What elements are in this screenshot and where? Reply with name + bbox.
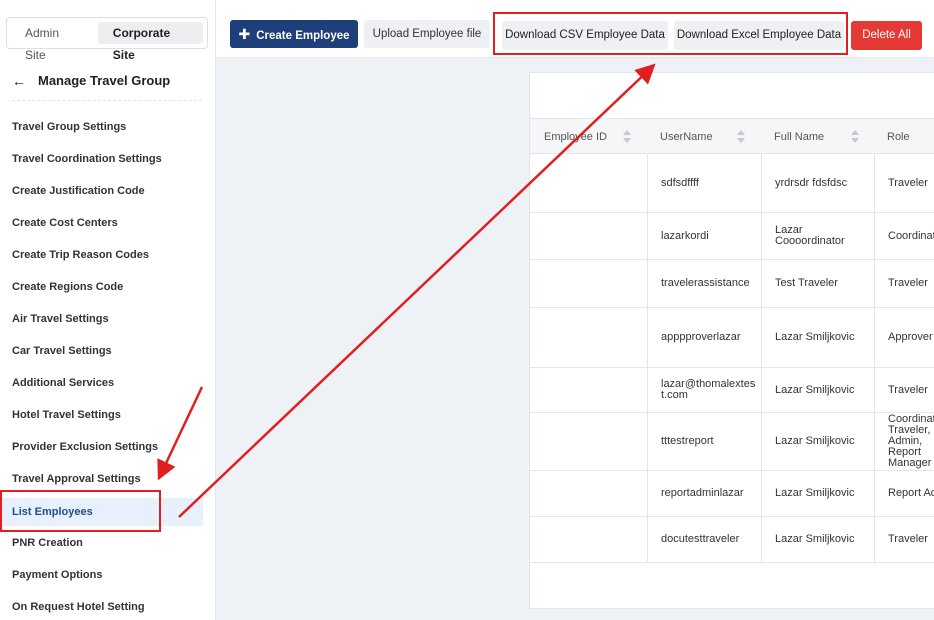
sidebar-item-create-cost-centers[interactable]: Create Cost Centers — [0, 209, 203, 237]
cell-username: lazar@thomalextest.com — [647, 368, 761, 412]
cell-username: apppproverlazar — [647, 308, 761, 367]
cell-role: Coordinator — [874, 213, 934, 259]
employee-table-panel: Employee ID UserName Full Name Role sdfs… — [529, 72, 934, 609]
table-row[interactable]: sdfsdffff yrdrsdr fdsfdsc Traveler — [530, 154, 934, 213]
cell-fullname: Lazar Smiljkovic — [761, 413, 874, 470]
cell-fullname: Test Traveler — [761, 260, 874, 307]
cell-role: Approver — [874, 308, 934, 367]
corporate-site-tab[interactable]: Corporate Site — [97, 22, 203, 62]
sort-icon[interactable] — [623, 130, 631, 144]
table-header: Employee ID UserName Full Name Role — [530, 118, 934, 154]
sort-icon[interactable] — [851, 130, 859, 144]
toolbar: ✚ Create Employee Upload Employee file Do… — [216, 0, 934, 58]
cell-username: tttestreport — [647, 413, 761, 470]
sidebar-item-travel-approval-settings[interactable]: Travel Approval Settings — [0, 465, 203, 493]
sidebar-item-payment-options[interactable]: Payment Options — [0, 561, 203, 589]
sidebar-item-on-request-hotel-setting[interactable]: On Request Hotel Setting — [0, 593, 203, 620]
cell-role: Report Admin — [874, 471, 934, 516]
header-full-name[interactable]: Full Name — [774, 119, 824, 155]
header-employee-id[interactable]: Employee ID — [544, 119, 607, 155]
cell-role: Traveler — [874, 517, 934, 562]
cell-role: Traveler — [874, 260, 934, 307]
cell-username: docutesttraveler — [647, 517, 761, 562]
sort-icon[interactable] — [737, 130, 745, 144]
sidebar-item-create-regions-code[interactable]: Create Regions Code — [0, 273, 203, 301]
cell-fullname: Lazar Coooordinator — [761, 213, 874, 259]
cell-role: Traveler — [874, 154, 934, 212]
sidebar-item-travel-group-settings[interactable]: Travel Group Settings — [0, 113, 203, 141]
cell-fullname: Lazar Smiljkovic — [761, 368, 874, 412]
cell-fullname: Lazar Smiljkovic — [761, 517, 874, 562]
cell-username: sdfsdffff — [647, 154, 761, 212]
upload-employee-file-button[interactable]: Upload Employee file — [364, 20, 490, 48]
annotation-highlight-download — [493, 12, 848, 55]
sidebar-item-create-justification-code[interactable]: Create Justification Code — [0, 177, 203, 205]
table-row[interactable]: apppproverlazar Lazar Smiljkovic Approve… — [530, 308, 934, 368]
page-title: Manage Travel Group — [38, 73, 171, 88]
annotation-highlight-list-employees — [0, 490, 161, 532]
plus-icon: ✚ — [238, 26, 251, 42]
sidebar-item-pnr-creation[interactable]: PNR Creation — [0, 529, 203, 557]
site-switch: Admin Site Corporate Site — [6, 17, 208, 62]
admin-site-tab[interactable]: Admin Site — [11, 22, 92, 62]
cell-fullname: Lazar Smiljkovic — [761, 308, 874, 367]
sidebar-item-car-travel-settings[interactable]: Car Travel Settings — [0, 337, 203, 365]
table-row[interactable]: lazarkordi Lazar Coooordinator Coordinat… — [530, 213, 934, 260]
table-row[interactable]: travelerassistance Test Traveler Travele… — [530, 260, 934, 308]
cell-fullname: yrdrsdr fdsfdsc — [761, 154, 874, 212]
sidebar-item-travel-coordination-settings[interactable]: Travel Coordination Settings — [0, 145, 203, 173]
group-header: ← Manage Travel Group — [12, 71, 202, 101]
create-employee-label: Create Employee — [256, 30, 350, 42]
sidebar-item-air-travel-settings[interactable]: Air Travel Settings — [0, 305, 203, 333]
create-employee-button[interactable]: ✚ Create Employee — [230, 20, 358, 48]
header-username[interactable]: UserName — [660, 119, 713, 155]
header-role[interactable]: Role — [887, 119, 910, 155]
sidebar-item-additional-services[interactable]: Additional Services — [0, 369, 203, 397]
delete-all-button[interactable]: Delete All — [851, 21, 922, 50]
sidebar-item-hotel-travel-settings[interactable]: Hotel Travel Settings — [0, 401, 203, 429]
cell-role: Coordinator, Traveler, Admin, Report Man… — [874, 413, 934, 470]
table-row[interactable]: docutesttraveler Lazar Smiljkovic Travel… — [530, 517, 934, 563]
cell-fullname: Lazar Smiljkovic — [761, 471, 874, 516]
cell-role: Traveler — [874, 368, 934, 412]
cell-username: lazarkordi — [647, 213, 761, 259]
cell-username: reportadminlazar — [647, 471, 761, 516]
sidebar-item-provider-exclusion-settings[interactable]: Provider Exclusion Settings — [0, 433, 203, 461]
sidebar-item-create-trip-reason-codes[interactable]: Create Trip Reason Codes — [0, 241, 203, 269]
table-row[interactable]: reportadminlazar Lazar Smiljkovic Report… — [530, 471, 934, 517]
table-row[interactable]: lazar@thomalextest.com Lazar Smiljkovic … — [530, 368, 934, 413]
cell-username: travelerassistance — [647, 260, 761, 307]
table-row[interactable]: tttestreport Lazar Smiljkovic Coordinato… — [530, 413, 934, 471]
back-arrow-icon[interactable]: ← — [12, 73, 26, 89]
